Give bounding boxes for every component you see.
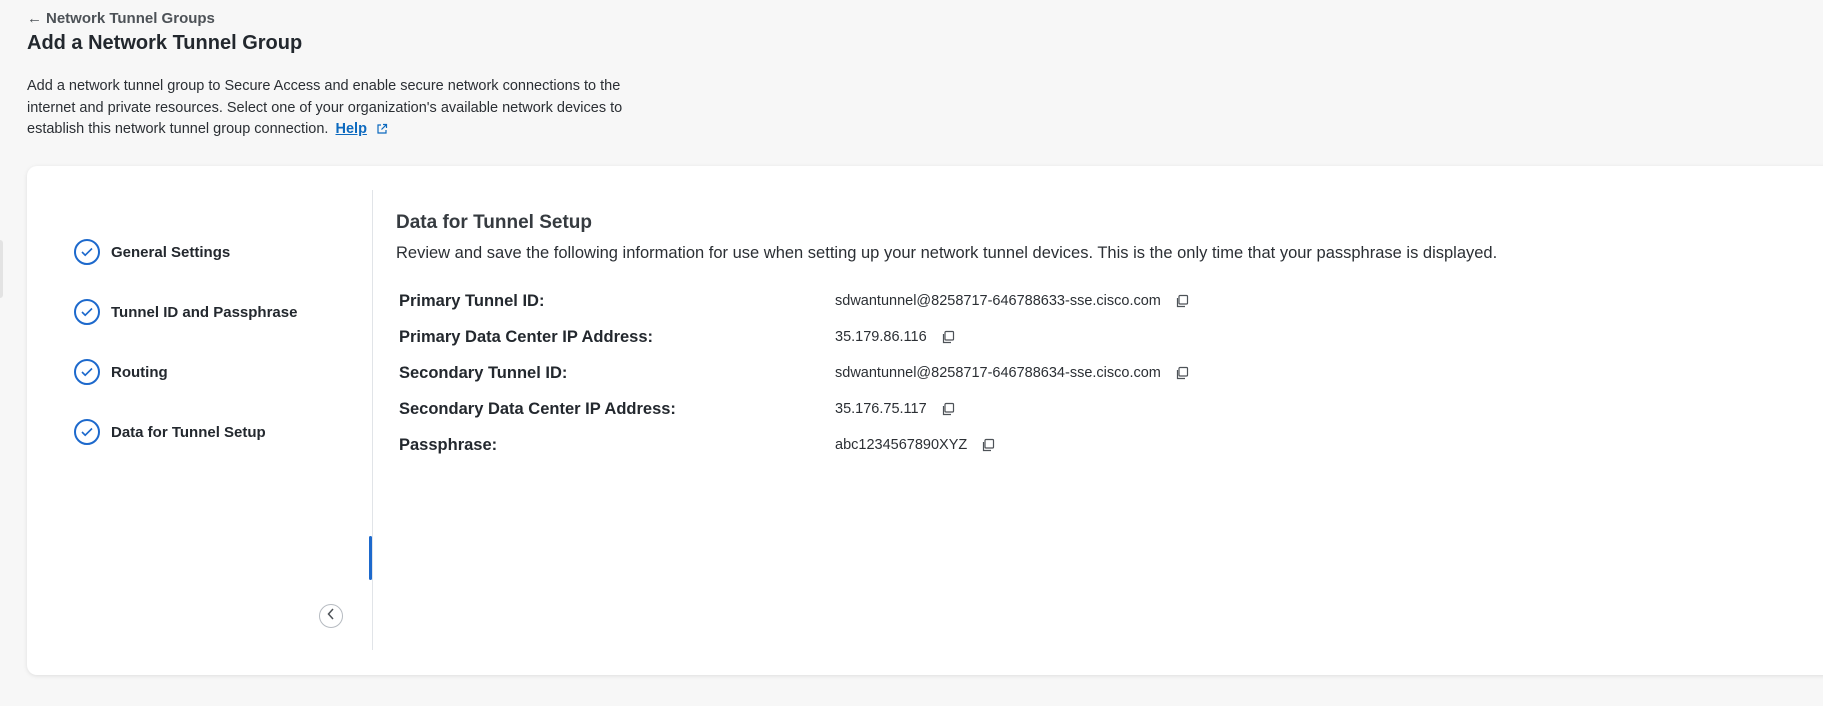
check-icon: [74, 359, 100, 385]
check-icon: [74, 239, 100, 265]
page-title: Add a Network Tunnel Group: [27, 32, 303, 54]
section-title: Data for Tunnel Setup: [396, 212, 592, 233]
passphrase-value: abc1234567890XYZ: [835, 437, 968, 453]
row-label: Primary Tunnel ID:: [399, 292, 545, 310]
wizard-steps: General Settings Tunnel ID and Passphras…: [27, 190, 373, 650]
row-label: Secondary Data Center IP Address:: [399, 400, 676, 418]
chevron-left-icon: [327, 607, 335, 625]
collapse-steps-button[interactable]: [319, 604, 343, 628]
step-label: Data for Tunnel Setup: [111, 423, 266, 441]
arrow-left-icon: ←: [27, 10, 42, 27]
page-description: Add a network tunnel group to Secure Acc…: [27, 76, 637, 143]
row-label: Secondary Tunnel ID:: [399, 364, 568, 382]
help-link[interactable]: Help: [336, 121, 367, 137]
row-label: Primary Data Center IP Address:: [399, 328, 654, 346]
step-data-for-tunnel-setup[interactable]: Data for Tunnel Setup: [74, 415, 266, 449]
active-step-indicator: [369, 536, 372, 580]
section-description: Review and save the following informatio…: [396, 244, 1498, 262]
side-panel-edge: [0, 240, 3, 298]
step-general-settings[interactable]: General Settings: [74, 235, 230, 269]
page-description-text: Add a network tunnel group to Secure Acc…: [27, 78, 623, 137]
primary-dc-ip-value: 35.179.86.116: [835, 329, 927, 345]
secondary-tunnel-id-value: sdwantunnel@8258717-646788634-sse.cisco.…: [835, 365, 1161, 381]
setup-content: Data for Tunnel Setup Review and save th…: [396, 212, 1497, 263]
copy-icon[interactable]: [941, 330, 955, 344]
check-icon: [74, 299, 100, 325]
row-label: Passphrase:: [399, 436, 498, 454]
copy-icon[interactable]: [1175, 294, 1189, 308]
step-routing[interactable]: Routing: [74, 355, 168, 389]
step-label: Tunnel ID and Passphrase: [111, 303, 298, 321]
back-to-network-tunnel-groups[interactable]: ← Network Tunnel Groups: [27, 10, 215, 27]
external-link-icon[interactable]: [376, 121, 388, 143]
wizard-card: General Settings Tunnel ID and Passphras…: [27, 166, 1823, 675]
copy-icon[interactable]: [941, 402, 955, 416]
copy-icon[interactable]: [1175, 366, 1189, 380]
copy-icon[interactable]: [981, 438, 995, 452]
check-icon: [74, 419, 100, 445]
breadcrumb-label: Network Tunnel Groups: [46, 10, 215, 27]
primary-tunnel-id-value: sdwantunnel@8258717-646788633-sse.cisco.…: [835, 293, 1161, 309]
secondary-dc-ip-value: 35.176.75.117: [835, 401, 927, 417]
step-label: General Settings: [111, 243, 231, 261]
step-tunnel-id-and-passphrase[interactable]: Tunnel ID and Passphrase: [74, 295, 297, 329]
step-label: Routing: [111, 363, 168, 381]
